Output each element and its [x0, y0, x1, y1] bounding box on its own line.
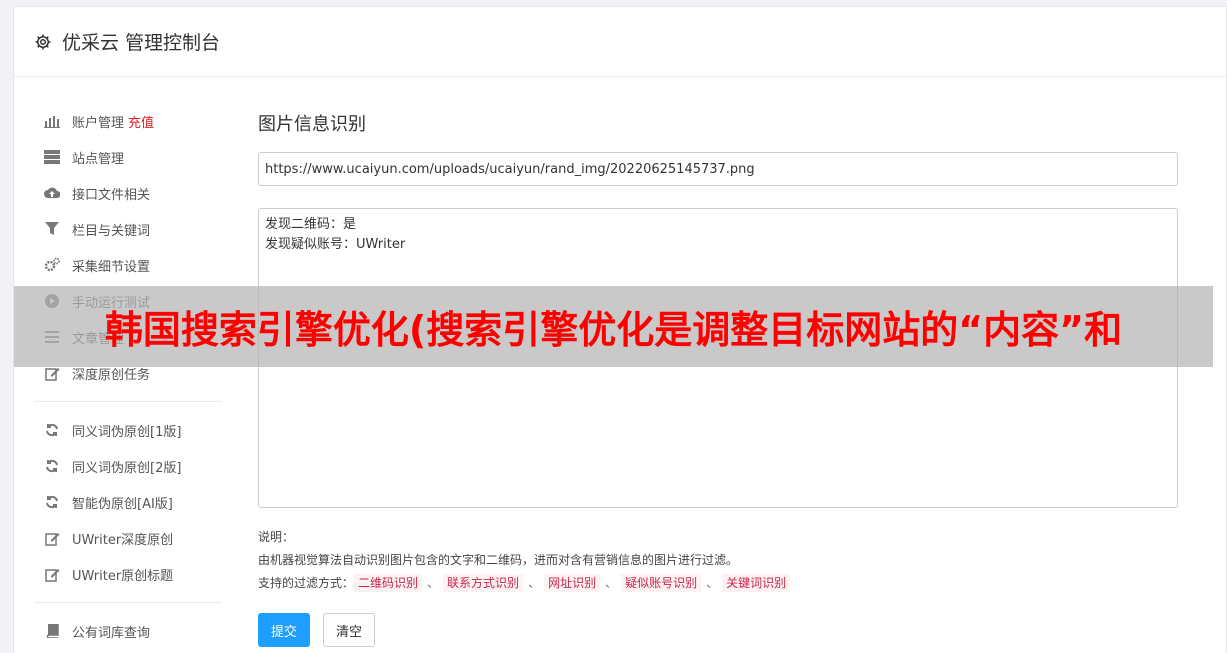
sidebar-item[interactable]: 接口文件相关: [14, 175, 224, 211]
help-description: 由机器视觉算法自动识别图片包含的文字和二维码，进而对含有营销信息的图片进行过滤。: [258, 553, 739, 567]
overlay-banner: 韩国搜索引擎优化(搜索引擎优化是调整目标网站的“内容”和: [14, 286, 1213, 367]
page-title: 图片信息识别: [258, 114, 366, 135]
edit-icon: [44, 566, 60, 582]
filter-separator: 、: [706, 576, 719, 590]
help-heading: 说明：: [258, 530, 295, 544]
filter-icon: [44, 221, 60, 237]
sidebar-item[interactable]: UWriter深度原创: [14, 520, 224, 556]
sidebar-item-label: 采集细节设置: [72, 259, 151, 275]
filter-separator: 、: [528, 576, 541, 590]
sidebar-item[interactable]: 栏目与关键词: [14, 211, 224, 247]
sidebar-item-label: 栏目与关键词: [72, 223, 151, 239]
refresh-icon: [44, 458, 60, 474]
filter-methods: 支持的过滤方式： 二维码识别、联系方式识别、网址识别、疑似账号识别、关键词识别: [258, 572, 1178, 595]
sidebar-item[interactable]: UWriter原创标题: [14, 556, 224, 592]
sidebar-item[interactable]: 采集细节设置: [14, 247, 224, 283]
filter-tag: 二维码识别: [354, 574, 423, 592]
app-header: 优采云 管理控制台: [14, 7, 1226, 77]
refresh-icon: [44, 494, 60, 510]
image-url-input[interactable]: [258, 152, 1178, 186]
sidebar-item[interactable]: 公有词库查询: [14, 613, 224, 649]
edit-icon: [44, 365, 60, 381]
gears-icon: [44, 257, 60, 273]
book-icon: [44, 623, 60, 639]
filter-tag: 关键词识别: [722, 574, 791, 592]
filter-separator: 、: [605, 576, 618, 590]
sidebar-item-label: 同义词伪原创[1版]: [72, 424, 182, 440]
sidebar-item-label: UWriter原创标题: [72, 568, 174, 584]
sidebar-item-label: 同义词伪原创[2版]: [72, 460, 182, 476]
cloud-upload-icon: [44, 185, 60, 201]
sidebar-item[interactable]: 账户管理 充值: [14, 103, 224, 139]
submit-button[interactable]: 提交: [258, 613, 311, 647]
filter-tag: 联系方式识别: [443, 574, 524, 592]
gear-icon: [34, 33, 52, 51]
sidebar-item[interactable]: 智能伪原创[AI版]: [14, 484, 224, 520]
clear-button[interactable]: 清空: [323, 613, 376, 647]
filter-label: 支持的过滤方式：: [258, 576, 355, 590]
filter-tag: 网址识别: [544, 574, 601, 592]
sidebar-divider: [34, 602, 222, 603]
sidebar-item[interactable]: 同义词伪原创[2版]: [14, 448, 224, 484]
help-section: 说明： 由机器视觉算法自动识别图片包含的文字和二维码，进而对含有营销信息的图片进…: [258, 526, 1178, 595]
sidebar-item-label: 站点管理: [72, 151, 125, 167]
sidebar-item-label: 账户管理: [72, 115, 125, 131]
sidebar-item-label: 智能伪原创[AI版]: [72, 496, 173, 512]
sidebar-item-label: 公有词库查询: [72, 625, 151, 641]
edit-icon: [44, 530, 60, 546]
sidebar-divider: [34, 401, 222, 402]
filter-tag: 疑似账号识别: [621, 574, 702, 592]
sidebar-item-label: UWriter深度原创: [72, 532, 174, 548]
server-icon: [44, 149, 60, 165]
refresh-icon: [44, 422, 60, 438]
app-title: 优采云 管理控制台: [62, 32, 221, 54]
sidebar-item[interactable]: 站点管理: [14, 139, 224, 175]
sidebar-item[interactable]: 同义词伪原创[1版]: [14, 412, 224, 448]
sidebar-item-label: 接口文件相关: [72, 187, 151, 203]
recharge-link[interactable]: 充值: [128, 112, 154, 131]
filter-separator: 、: [427, 576, 440, 590]
banner-text: 韩国搜索引擎优化(搜索引擎优化是调整目标网站的“内容”和: [104, 308, 1123, 352]
bar-chart-icon: [44, 113, 60, 129]
